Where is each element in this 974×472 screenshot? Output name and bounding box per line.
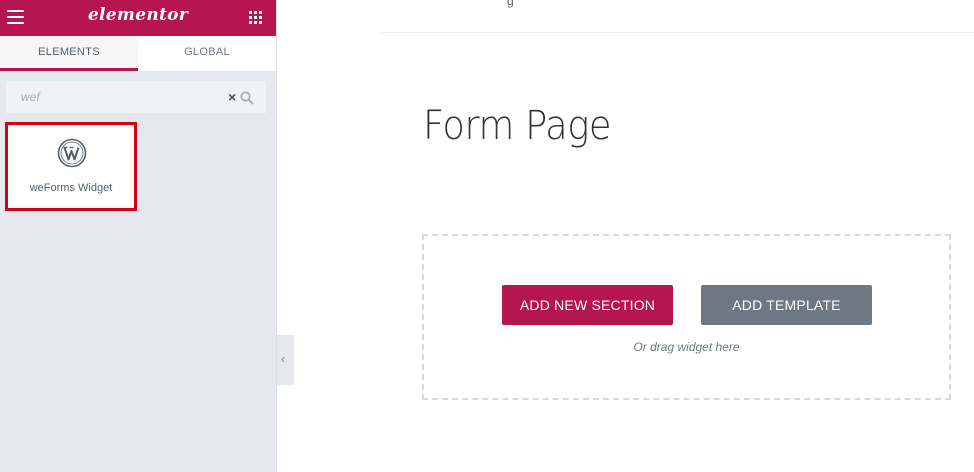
add-new-section-button[interactable]: ADD NEW SECTION [502,285,673,325]
panel-header: elementor [0,0,276,36]
brand-logo: elementor [87,5,189,25]
chevron-left-icon: ‹ [281,352,285,366]
add-section-drop-zone[interactable]: ADD NEW SECTION ADD TEMPLATE Or drag wid… [422,234,951,400]
widget-title: weForms Widget [29,182,113,194]
drag-widget-hint: Or drag widget here [633,340,740,354]
tab-elements[interactable]: ELEMENTS [0,36,138,71]
canvas-top-bar: g [380,0,974,33]
widget-card-inner: weForms Widget [11,128,131,205]
search-icon[interactable] [240,91,254,105]
tab-global[interactable]: GLOBAL [138,36,276,71]
search-input[interactable] [6,81,226,113]
widget-card-weforms[interactable]: weForms Widget [5,122,137,211]
panel-collapse-button[interactable]: ‹ [277,335,294,385]
search-box: × [6,81,266,113]
top-text-fragment: g [507,0,514,8]
widgets-grid-icon[interactable] [249,11,262,24]
page-title: Form Page [423,103,612,149]
wordpress-icon [57,138,87,168]
add-template-button[interactable]: ADD TEMPLATE [701,285,872,325]
elementor-panel: elementor ELEMENTS GLOBAL [0,0,277,472]
clear-icon[interactable]: × [228,89,240,105]
panel-tabs: ELEMENTS GLOBAL [0,36,276,71]
